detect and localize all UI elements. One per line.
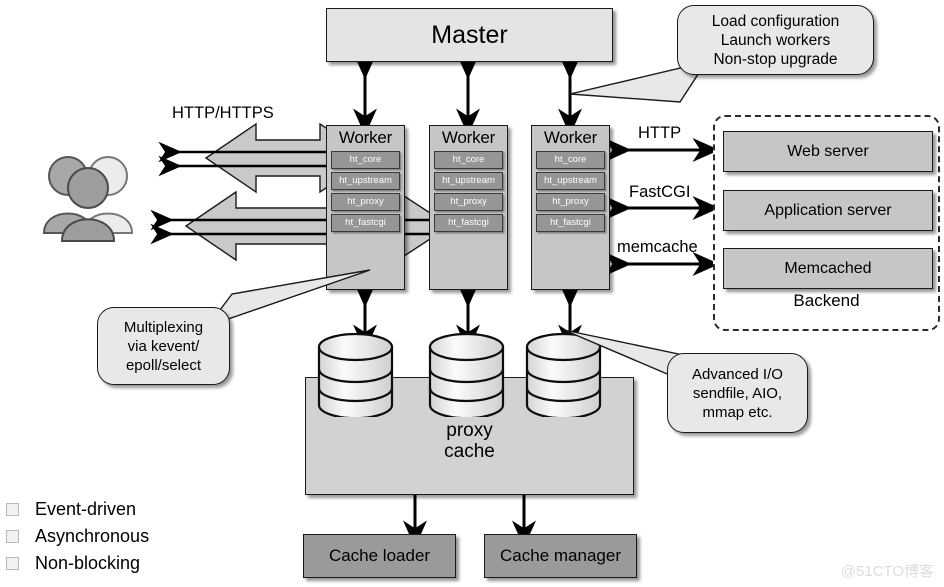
diagram-canvas: Master Load configuration Launch workers… [0,0,944,587]
list-item: Event-driven [6,496,149,523]
bullet-square-icon [6,503,19,516]
master-process-box[interactable]: Master [326,8,613,62]
feature-label: Event-driven [35,499,137,519]
cache-manager-box[interactable]: Cache manager [484,534,637,578]
module-ht-proxy[interactable]: ht_proxy [536,193,605,211]
worker-process-1[interactable]: Worker ht_core ht_upstream ht_proxy ht_f… [326,125,405,290]
label-http-https: HTTP/HTTPS [172,104,274,122]
master-callout-line-2: Launch workers [720,31,831,49]
module-ht-core[interactable]: ht_core [331,151,400,169]
backend-memcached[interactable]: Memcached [723,248,933,289]
io-callout-line-2: sendfile, AIO, [692,384,783,402]
module-ht-fastcgi[interactable]: ht_fastcgi [331,214,400,232]
module-ht-core[interactable]: ht_core [536,151,605,169]
list-item: Asynchronous [6,523,149,550]
module-ht-proxy[interactable]: ht_proxy [331,193,400,211]
module-ht-fastcgi[interactable]: ht_fastcgi [536,214,605,232]
worker-3-modules: ht_core ht_upstream ht_proxy ht_fastcgi [532,151,609,232]
users-group-icon [42,156,134,242]
module-ht-upstream[interactable]: ht_upstream [331,172,400,190]
proxy-cache-line-1: proxy [446,420,493,441]
mux-callout-line-3: epoll/select [125,356,202,374]
watermark: @51CTO博客 [840,563,934,580]
list-item: Non-blocking [6,550,149,577]
label-http: HTTP [638,124,682,142]
worker-1-title: Worker [338,128,393,147]
io-callout-line-1: Advanced I/O [692,365,783,383]
master-callout: Load configuration Launch workers Non-st… [677,5,874,75]
worker-process-2[interactable]: Worker ht_core ht_upstream ht_proxy ht_f… [429,125,508,290]
backend-memcached-label: Memcached [784,259,872,277]
cache-disk-1 [317,333,394,417]
worker-2-title: Worker [441,128,496,147]
proxy-cache-label: proxy cache [306,420,633,462]
master-label: Master [431,20,508,49]
module-ht-upstream[interactable]: ht_upstream [434,172,503,190]
backend-web-server-label: Web server [787,142,869,160]
master-callout-line-3: Non-stop upgrade [713,50,838,68]
module-ht-core[interactable]: ht_core [434,151,503,169]
backend-application-server[interactable]: Application server [723,190,933,231]
bullet-square-icon [6,557,19,570]
backend-application-server-label: Application server [764,201,892,219]
feature-list: Event-driven Asynchronous Non-blocking [6,496,149,577]
backend-web-server[interactable]: Web server [723,131,933,172]
label-memcache: memcache [617,238,698,256]
cache-disk-2 [428,333,505,417]
mux-callout-line-2: via kevent/ [127,337,200,355]
worker-2-modules: ht_core ht_upstream ht_proxy ht_fastcgi [430,151,507,232]
master-to-worker-arrows [353,52,582,136]
label-fastcgi: FastCGI [629,183,691,201]
module-ht-fastcgi[interactable]: ht_fastcgi [434,214,503,232]
bullet-square-icon [6,530,19,543]
module-ht-proxy[interactable]: ht_proxy [434,193,503,211]
advanced-io-callout: Advanced I/O sendfile, AIO, mmap etc. [667,353,808,433]
cache-to-bottom-arrows [403,492,536,548]
mux-callout-line-1: Multiplexing [123,318,204,336]
proxy-cache-line-2: cache [444,441,495,462]
module-ht-upstream[interactable]: ht_upstream [536,172,605,190]
multiplexing-callout: Multiplexing via kevent/ epoll/select [97,307,230,385]
worker-to-cache-arrows [353,280,582,352]
backend-group: Web server Application server Memcached … [713,115,940,331]
feature-label: Non-blocking [35,553,141,573]
worker-process-3[interactable]: Worker ht_core ht_upstream ht_proxy ht_f… [531,125,610,290]
cache-manager-label: Cache manager [500,546,621,565]
feature-label: Asynchronous [35,526,150,546]
cache-loader-box[interactable]: Cache loader [303,534,456,578]
backend-group-label: Backend [793,291,860,310]
io-callout-line-3: mmap etc. [702,403,773,421]
master-callout-line-1: Load configuration [711,12,840,30]
cache-loader-label: Cache loader [328,546,431,565]
worker-3-title: Worker [543,128,598,147]
worker-1-modules: ht_core ht_upstream ht_proxy ht_fastcgi [327,151,404,232]
